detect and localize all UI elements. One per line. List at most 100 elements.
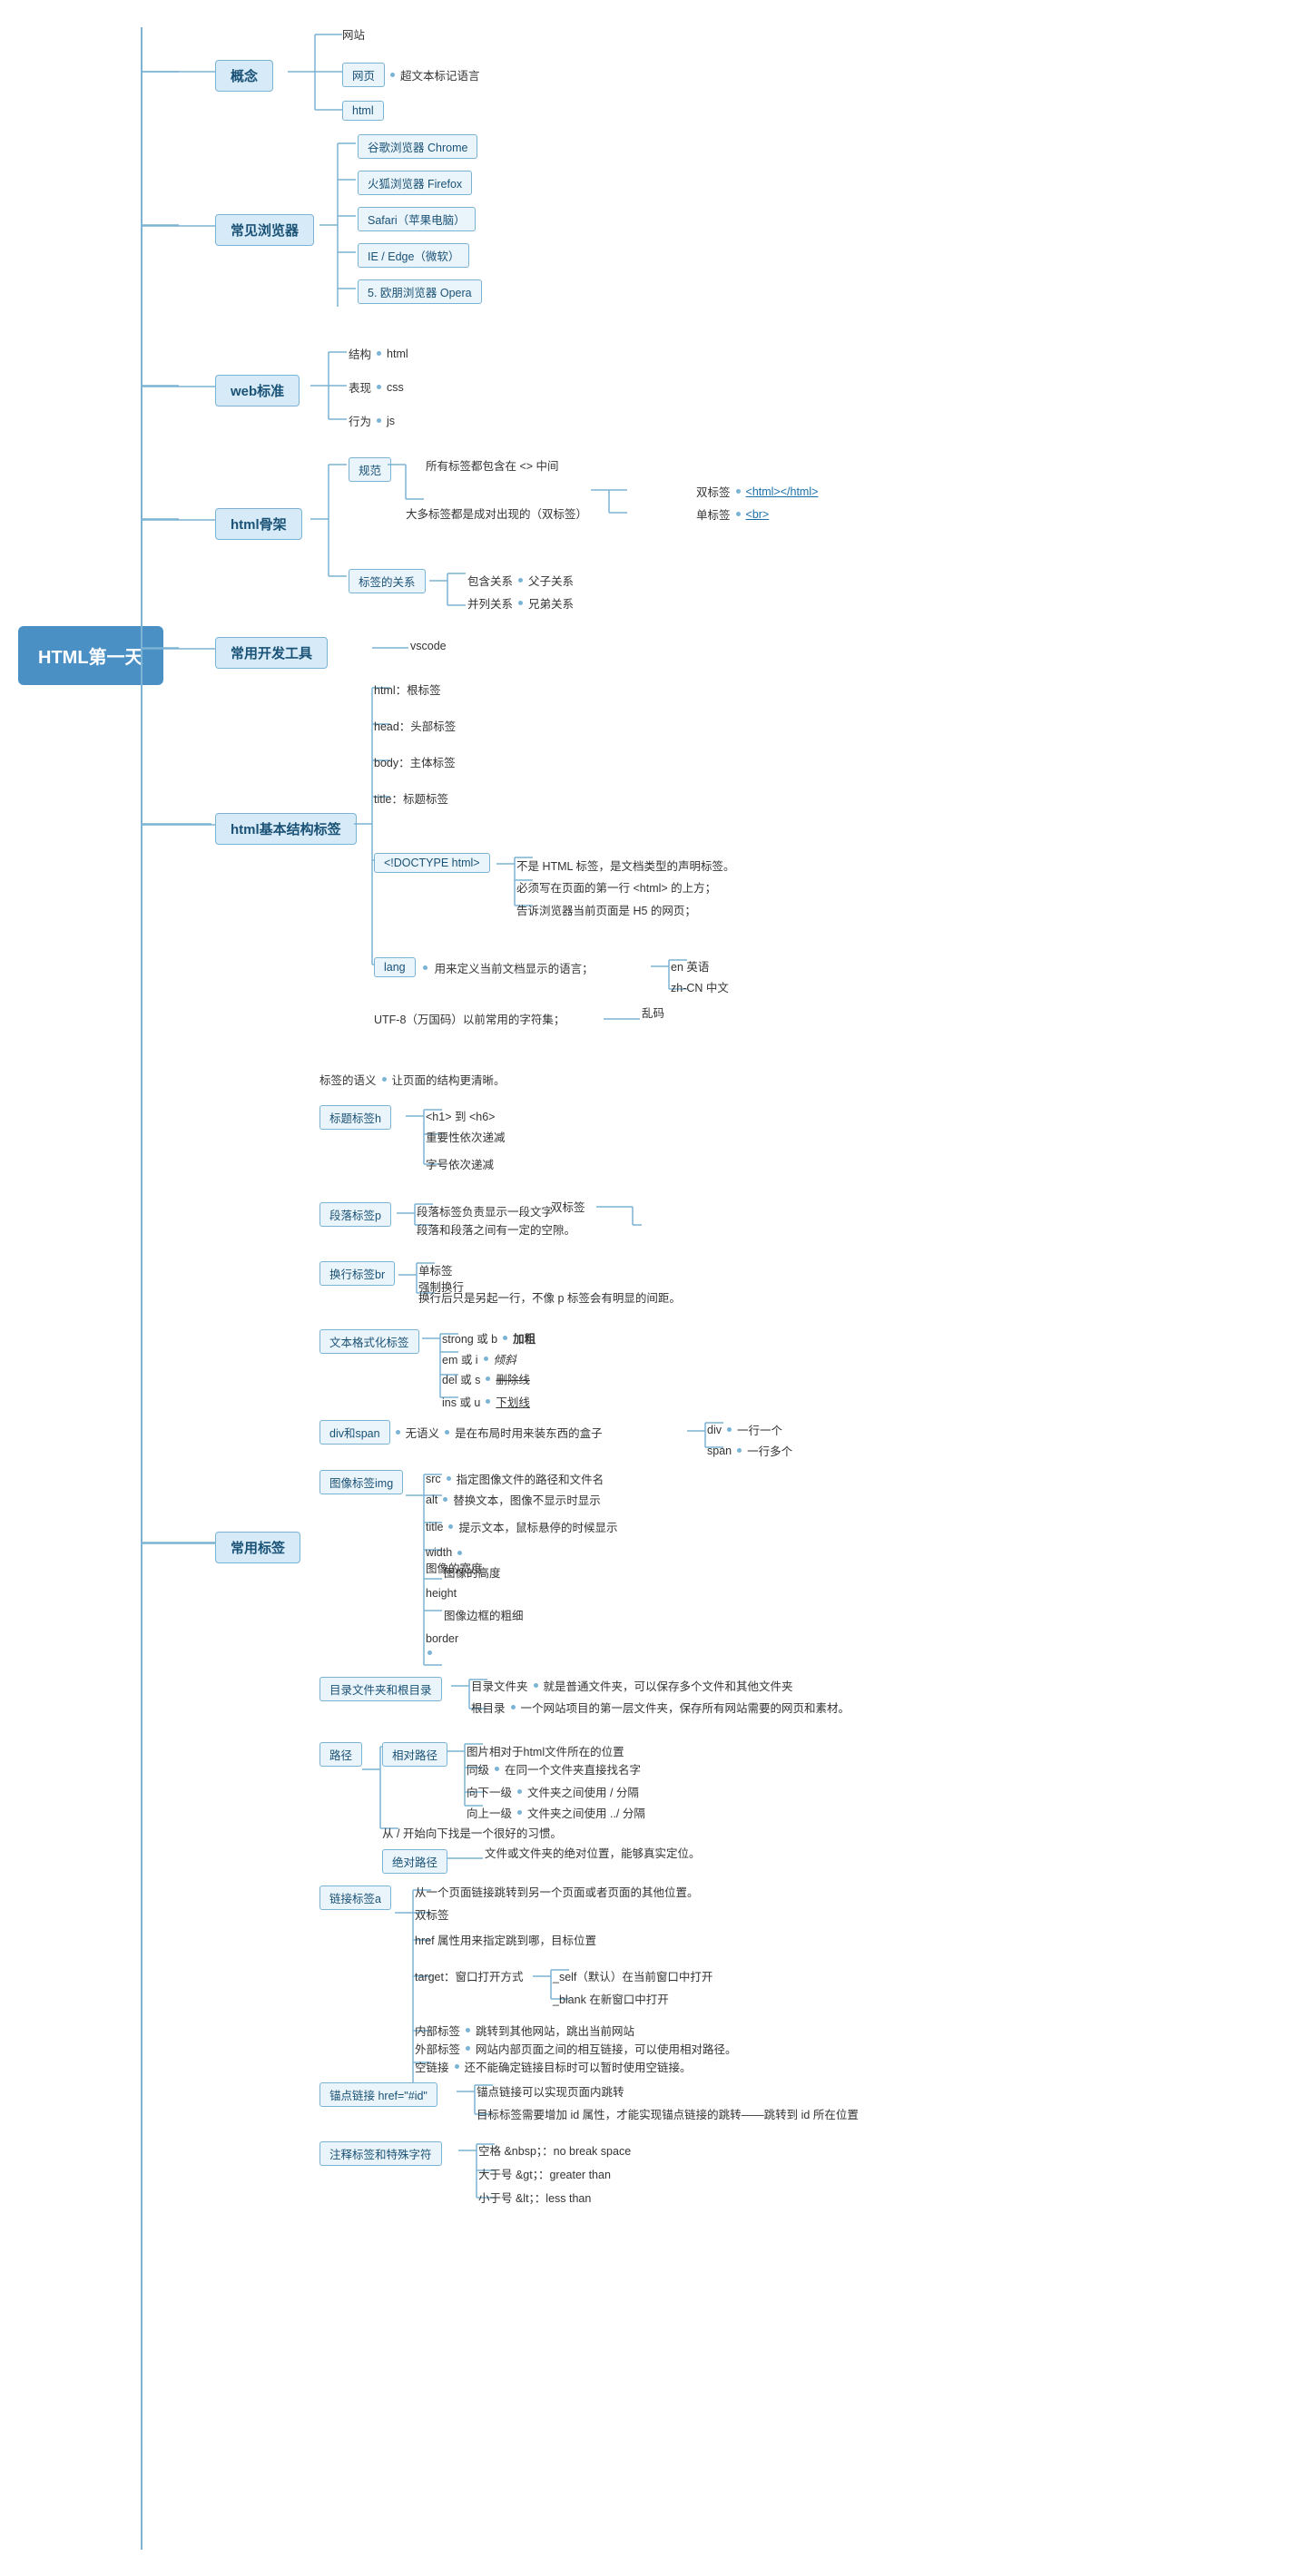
htmlbasic-utf8: UTF-8（万国码）以前常用的字符集； bbox=[374, 1010, 565, 1027]
h1h6: <h1> 到 <h6> bbox=[426, 1107, 495, 1124]
anchor-target: target：窗口打开方式 bbox=[415, 1967, 523, 1984]
skeleton-single-tag: 单标签 <br> bbox=[696, 505, 769, 523]
div-desc: div 一行一个 bbox=[707, 1421, 782, 1438]
anchor-svg bbox=[395, 1885, 413, 2094]
p-desc: 段落标签负责显示一段文字 bbox=[417, 1202, 553, 1219]
webstd-present: 表现 css bbox=[349, 378, 404, 396]
h-fontsize: 字号依次递减 bbox=[426, 1155, 494, 1172]
lang-zh: zh-CN 中文 bbox=[671, 978, 729, 995]
main-label: HTML第一天 bbox=[18, 626, 163, 685]
anchorpoint-svg bbox=[457, 2082, 475, 2117]
devtools-vscode: vscode bbox=[410, 639, 447, 652]
img-height: height bbox=[426, 1586, 457, 1600]
anchor-empty: 空链接 还不能确定链接目标时可以暂时使用空链接。 bbox=[415, 2058, 692, 2075]
gainian-label-box: 概念 bbox=[215, 60, 273, 92]
img-imgheight: 图像边框的粗细 bbox=[444, 1606, 524, 1623]
path-svg bbox=[362, 1742, 380, 1833]
br-note: 换行后只是另起一行，不像 p 标签会有明显的间距。 bbox=[418, 1288, 681, 1306]
htmlbasic-label: html基本结构标签 bbox=[215, 813, 357, 845]
img-border: border bbox=[426, 1631, 458, 1659]
anchorpoint-label: 锚点链接 href="#id" bbox=[319, 2082, 437, 2107]
webstd-behavior: 行为 js bbox=[349, 412, 395, 429]
skeleton-hline bbox=[142, 519, 215, 521]
special-nbsp: 空格 &nbsp；：no break space bbox=[478, 2141, 631, 2159]
htmlbasic-doctype-svg bbox=[496, 853, 515, 909]
skeleton-label-box: html骨架 bbox=[215, 508, 302, 540]
utf8-luanma: 乱码 bbox=[642, 1004, 664, 1021]
skeleton-parallel: 并列关系 兄弟关系 bbox=[467, 594, 574, 612]
commontags-label-box: 常用标签 bbox=[215, 1532, 300, 1563]
browsers-branch-svg bbox=[319, 134, 338, 316]
htmlbasic-doctype-box: <!DOCTYPE html> bbox=[374, 853, 490, 873]
gainian-wangzhan: 网站 bbox=[342, 25, 365, 43]
anchor-doubletype: 双标签 bbox=[415, 1905, 449, 1923]
browser-chrome: 谷歌浏览器 Chrome bbox=[358, 134, 477, 159]
format-ins: ins 或 u 下划线 bbox=[442, 1393, 530, 1410]
absolute-desc: 文件或文件夹的绝对位置，能够真实定位。 bbox=[485, 1844, 701, 1861]
relative-habit-text: 从 / 开始向下找是一个很好的习惯。 bbox=[382, 1824, 562, 1841]
doctype-desc3: 告诉浏览器当前页面是 H5 的网页； bbox=[516, 901, 696, 918]
gainian-label: 概念 bbox=[215, 60, 273, 92]
h-svg bbox=[406, 1105, 424, 1169]
img-src: src 指定图像文件的路径和文件名 bbox=[426, 1470, 604, 1487]
p-doubletype-svg bbox=[596, 1202, 633, 1229]
divspan-label: div和span 无语义 是在布局时用来装东西的盒子 bbox=[319, 1420, 603, 1445]
br-label: 换行标签br bbox=[319, 1261, 395, 1286]
special-svg bbox=[458, 2141, 477, 2200]
absolute-svg bbox=[447, 1849, 483, 1867]
anchor-internal: 内部标签 跳转到其他网站，跳出当前网站 bbox=[415, 2022, 634, 2039]
devtools-hline bbox=[142, 648, 215, 650]
browser-safari: Safari（苹果电脑） bbox=[358, 207, 476, 231]
browser-firefox: 火狐浏览器 Firefox bbox=[358, 171, 472, 195]
page-container: HTML第一天 概念 网站 网页 超文本标记语言 html 常见浏览器 bbox=[0, 0, 1307, 2576]
anchor-fromdesc: 从一个页面链接跳转到另一个页面或者页面的其他位置。 bbox=[415, 1883, 699, 1900]
p-svg bbox=[397, 1202, 415, 1229]
absolute-label: 绝对路径 bbox=[382, 1849, 447, 1874]
anchor-label: 链接标签a bbox=[319, 1885, 391, 1910]
anchor-blank: _blank 在新窗口中打开 bbox=[553, 1990, 669, 2007]
img-alt: alt 替换文本，图像不显示时显示 bbox=[426, 1491, 601, 1508]
skeleton-guifan: 规范 bbox=[349, 457, 391, 482]
format-bold: strong 或 b 加粗 bbox=[442, 1329, 536, 1347]
span-desc: span 一行多个 bbox=[707, 1442, 792, 1459]
anchor-external: 外部标签 网站内部页面之间的相互链接，可以使用相对路径。 bbox=[415, 2040, 737, 2057]
htmlbasic-label-box: html基本结构标签 bbox=[215, 813, 357, 845]
anchor-href: href 属性用来指定跳到哪，目标位置 bbox=[415, 1931, 596, 1948]
htmlbasic-head: head：头部标签 bbox=[374, 717, 456, 734]
htmlbasic-lang: lang 用来定义当前文档显示的语言； bbox=[374, 957, 594, 977]
webstd-branch-svg bbox=[310, 345, 329, 431]
special-label: 注释标签和特殊字符 bbox=[319, 2141, 442, 2166]
skeleton-double-tag: 双标签 <html></html> bbox=[696, 483, 818, 500]
main-vertical-line bbox=[141, 27, 142, 2550]
skeleton-all-tags: 所有标签都包含在 <> 中间 bbox=[426, 456, 559, 474]
htmlbasic-title: title：标题标签 bbox=[374, 789, 448, 807]
divspan-svg bbox=[687, 1420, 705, 1452]
dir-label: 目录文件夹和根目录 bbox=[319, 1677, 442, 1701]
img-imgwidth: 图像的高度 bbox=[444, 1563, 501, 1581]
htmlbasic-hline bbox=[142, 824, 215, 826]
path-label: 路径 bbox=[319, 1742, 362, 1767]
devtools-vscode-line bbox=[372, 635, 408, 661]
relative-desc: 图片相对于html文件所在的位置 bbox=[467, 1742, 624, 1759]
dir-folder: 目录文件夹 就是普通文件夹，可以保存多个文件和其他文件夹 bbox=[471, 1677, 793, 1694]
commontags-hline bbox=[142, 1543, 215, 1544]
htmlbasic-lang-svg bbox=[651, 957, 669, 992]
br-svg bbox=[398, 1261, 417, 1298]
special-lt: 小于号 &lt；：less than bbox=[478, 2189, 591, 2206]
doctype-desc1: 不是 HTML 标签，是文档类型的声明标签。 bbox=[516, 857, 735, 874]
img-label: 图像标签img bbox=[319, 1470, 403, 1494]
relative-up: 向上一级 文件夹之间使用 ../ 分隔 bbox=[467, 1804, 645, 1821]
htmlbasic-utf8-svg bbox=[604, 1010, 640, 1028]
anchorpoint-desc: 锚点链接可以实现页面内跳转 bbox=[477, 2082, 624, 2100]
skeleton-relation-svg bbox=[429, 569, 447, 614]
br-singletype: 单标签 bbox=[418, 1261, 453, 1278]
gainian-hline bbox=[142, 71, 215, 73]
htmlbasic-4tags-svg bbox=[354, 679, 372, 969]
skeleton-contain: 包含关系 父子关系 bbox=[467, 572, 574, 589]
browser-edge: IE / Edge（微软） bbox=[358, 243, 469, 268]
p-space: 段落和段落之间有一定的空隙。 bbox=[417, 1220, 575, 1238]
h-importance: 重要性依次递减 bbox=[426, 1128, 506, 1145]
anchorpoint-note: 目标标签需要增加 id 属性，才能实现锚点链接的跳转——跳转到 id 所在位置 bbox=[477, 2105, 859, 2122]
format-svg bbox=[422, 1329, 440, 1402]
devtools-label-box: 常用开发工具 bbox=[215, 637, 328, 669]
